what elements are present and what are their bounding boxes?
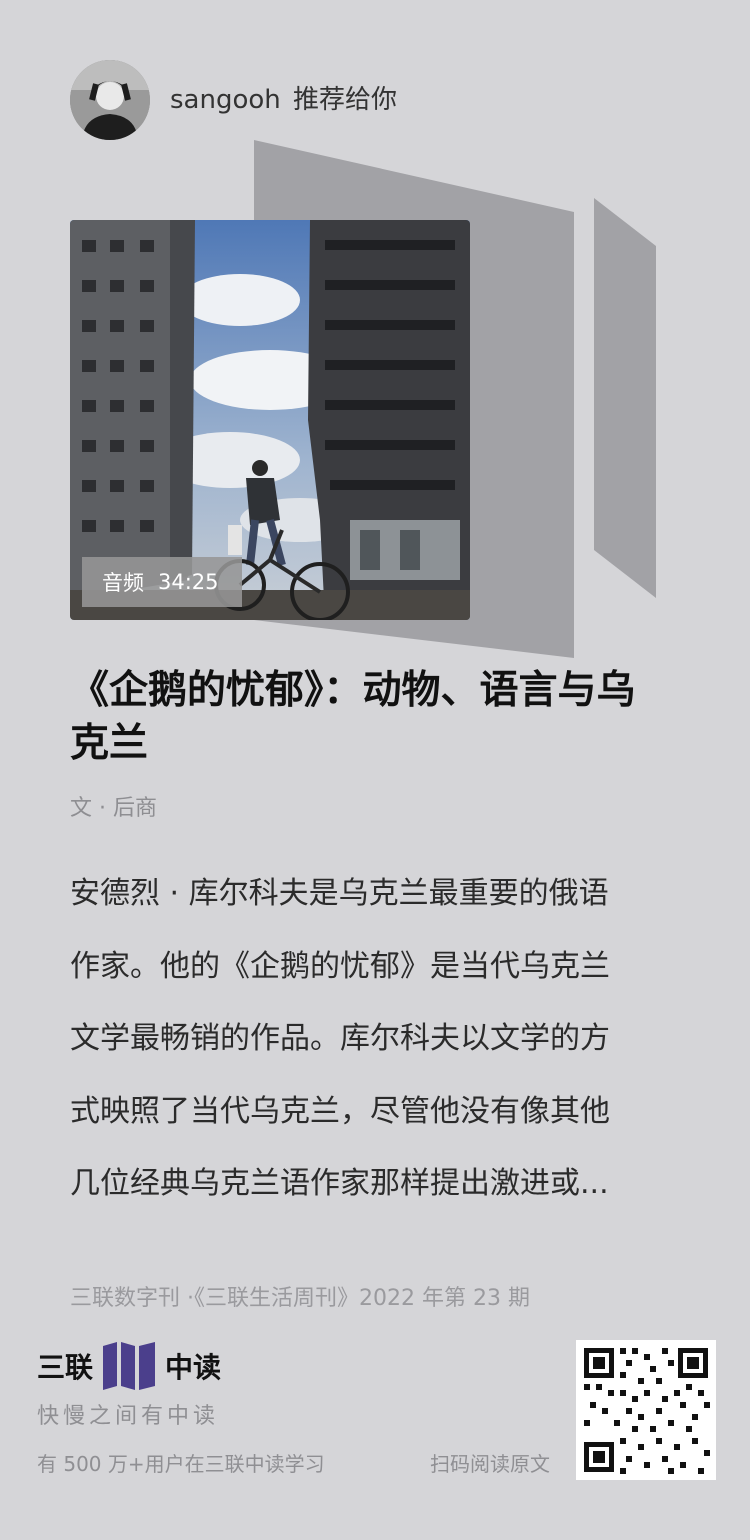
- article-title[interactable]: 《企鹅的忧郁》：动物、语言与乌克兰: [70, 664, 670, 770]
- article-summary: 安德烈 · 库尔科夫是乌克兰最重要的俄语 作家。他的《企鹅的忧郁》是当代乌克兰 …: [70, 858, 660, 1221]
- qr-code[interactable]: [576, 1340, 716, 1480]
- username[interactable]: sangooh: [170, 84, 281, 116]
- avatar[interactable]: [70, 60, 150, 140]
- brand-name-left: 三联: [37, 1351, 94, 1384]
- summary-line: 安德烈 · 库尔科夫是乌克兰最重要的俄语: [70, 876, 609, 911]
- audio-label: 音频: [102, 571, 144, 595]
- source-line: 三联数字刊 ·《三联生活周刊》2022 年第 23 期: [70, 1286, 530, 1311]
- brand-logo: 三联 中读: [37, 1340, 221, 1392]
- summary-line: 几位经典乌克兰语作家那样提出激进或...: [70, 1166, 609, 1201]
- author-line: 文 · 后商: [70, 796, 157, 821]
- scan-to-read-label: 扫码阅读原文: [430, 1452, 550, 1476]
- summary-line: 文学最畅销的作品。库尔科夫以文学的方: [70, 1021, 610, 1056]
- audio-duration: 34:25: [158, 570, 219, 594]
- audio-badge: 音频 34:25: [82, 557, 242, 607]
- tagline: 快慢之间有中读: [37, 1404, 220, 1429]
- summary-line: 作家。他的《企鹅的忧郁》是当代乌克兰: [70, 948, 610, 984]
- user-count-text: 有 500 万+用户在三联中读学习: [37, 1452, 325, 1476]
- recommend-text: 推荐给你: [293, 85, 398, 115]
- brand-book-icon: [103, 1342, 156, 1390]
- summary-line: 式映照了当代乌克兰，尽管他没有像其他: [70, 1093, 610, 1129]
- brand-name-right: 中读: [165, 1351, 222, 1384]
